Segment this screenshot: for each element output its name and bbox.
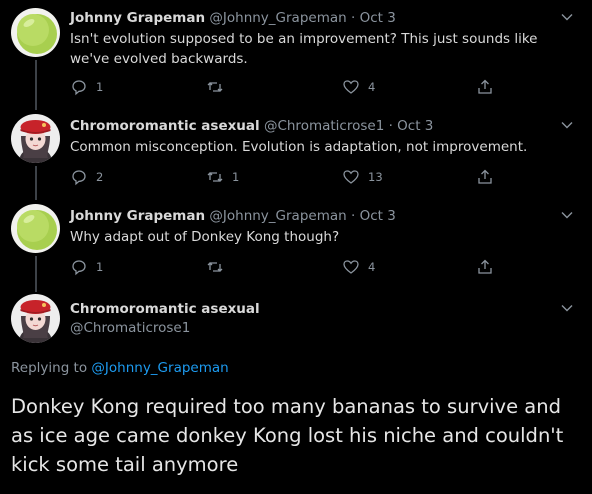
main-tweet-text: Donkey Kong required too many bananas to… bbox=[11, 395, 564, 476]
tweet-header: Johnny Grapeman @Johnny_Grapeman · Oct 3 bbox=[70, 207, 396, 225]
retweet-icon bbox=[207, 172, 223, 182]
avatar[interactable] bbox=[11, 294, 60, 343]
reply-icon bbox=[72, 80, 86, 96]
share-button[interactable] bbox=[476, 257, 494, 277]
tweet-text: Why adapt out of Donkey Kong though? bbox=[70, 229, 340, 245]
girl-red-beret-avatar-icon bbox=[11, 294, 60, 343]
separator: · bbox=[388, 118, 393, 134]
retweet-count: 1 bbox=[232, 170, 240, 184]
chevron-down-icon[interactable] bbox=[560, 10, 574, 24]
author-handle[interactable]: @Chromaticrose1 bbox=[70, 319, 190, 337]
reply-count: 2 bbox=[96, 170, 104, 184]
avatar[interactable] bbox=[11, 8, 60, 57]
tweet-actions: 1 4 bbox=[70, 77, 510, 97]
tweet-date[interactable]: Oct 3 bbox=[360, 10, 396, 26]
retweet-button[interactable]: 1 bbox=[206, 167, 239, 187]
author-name[interactable]: Johnny Grapeman bbox=[70, 208, 205, 224]
tweet-date[interactable]: Oct 3 bbox=[360, 208, 396, 224]
reply-button[interactable]: 2 bbox=[70, 167, 103, 187]
mention-link[interactable]: @Johnny_Grapeman bbox=[91, 360, 228, 376]
avatar[interactable] bbox=[11, 204, 60, 253]
green-grape-avatar-icon bbox=[11, 204, 60, 253]
author-name[interactable]: Johnny Grapeman bbox=[70, 10, 205, 26]
heart-icon bbox=[343, 260, 359, 274]
chevron-down-icon[interactable] bbox=[560, 301, 574, 315]
reply-button[interactable]: 1 bbox=[70, 257, 103, 277]
share-icon bbox=[478, 259, 492, 274]
chevron-down-icon[interactable] bbox=[560, 208, 574, 222]
like-count: 4 bbox=[368, 80, 376, 94]
author-name[interactable]: Chromoromantic asexual bbox=[70, 118, 260, 134]
reply-icon bbox=[72, 170, 86, 186]
like-count: 4 bbox=[368, 260, 376, 274]
replying-to: Replying to @Johnny_Grapeman bbox=[11, 359, 229, 377]
author-handle[interactable]: @Johnny_Grapeman bbox=[209, 10, 346, 26]
reply-count: 1 bbox=[96, 260, 104, 274]
tweet-actions: 2 1 13 bbox=[70, 167, 510, 187]
tweet-header: Chromoromantic asexual @Chromaticrose1 ·… bbox=[70, 117, 433, 135]
like-button[interactable]: 4 bbox=[342, 77, 375, 97]
reply-count: 1 bbox=[96, 80, 104, 94]
share-icon bbox=[478, 169, 492, 184]
author-handle[interactable]: @Johnny_Grapeman bbox=[209, 208, 346, 224]
tweet-actions: 1 4 bbox=[70, 257, 510, 277]
heart-icon bbox=[343, 80, 359, 94]
retweet-icon bbox=[207, 262, 223, 272]
separator: · bbox=[350, 10, 356, 26]
thread-connector bbox=[34, 60, 37, 110]
share-icon bbox=[478, 79, 492, 94]
like-button[interactable]: 13 bbox=[342, 167, 383, 187]
share-button[interactable] bbox=[476, 77, 494, 97]
chevron-down-icon[interactable] bbox=[560, 118, 574, 132]
share-button[interactable] bbox=[476, 167, 494, 187]
replying-prefix: Replying to bbox=[11, 360, 88, 376]
heart-icon bbox=[343, 170, 359, 184]
tweet-text: Isn't evolution supposed to be an improv… bbox=[70, 31, 538, 67]
tweet-header: Johnny Grapeman @Johnny_Grapeman · Oct 3 bbox=[70, 9, 396, 27]
tweet-date[interactable]: Oct 3 bbox=[397, 118, 433, 134]
author-handle[interactable]: @Chromaticrose1 bbox=[264, 118, 384, 134]
avatar[interactable] bbox=[11, 114, 60, 163]
author-name[interactable]: Chromoromantic asexual bbox=[70, 300, 260, 318]
girl-red-beret-avatar-icon bbox=[11, 114, 60, 163]
like-button[interactable]: 4 bbox=[342, 257, 375, 277]
thread-connector bbox=[34, 166, 37, 200]
reply-icon bbox=[72, 260, 86, 276]
like-count: 13 bbox=[368, 170, 383, 184]
retweet-icon bbox=[207, 82, 223, 92]
reply-button[interactable]: 1 bbox=[70, 77, 103, 97]
separator: · bbox=[350, 208, 356, 224]
tweet-text: Common misconception. Evolution is adapt… bbox=[70, 139, 528, 155]
green-grape-avatar-icon bbox=[11, 8, 60, 57]
retweet-button[interactable] bbox=[206, 77, 232, 97]
thread-connector bbox=[34, 256, 37, 292]
retweet-button[interactable] bbox=[206, 257, 232, 277]
